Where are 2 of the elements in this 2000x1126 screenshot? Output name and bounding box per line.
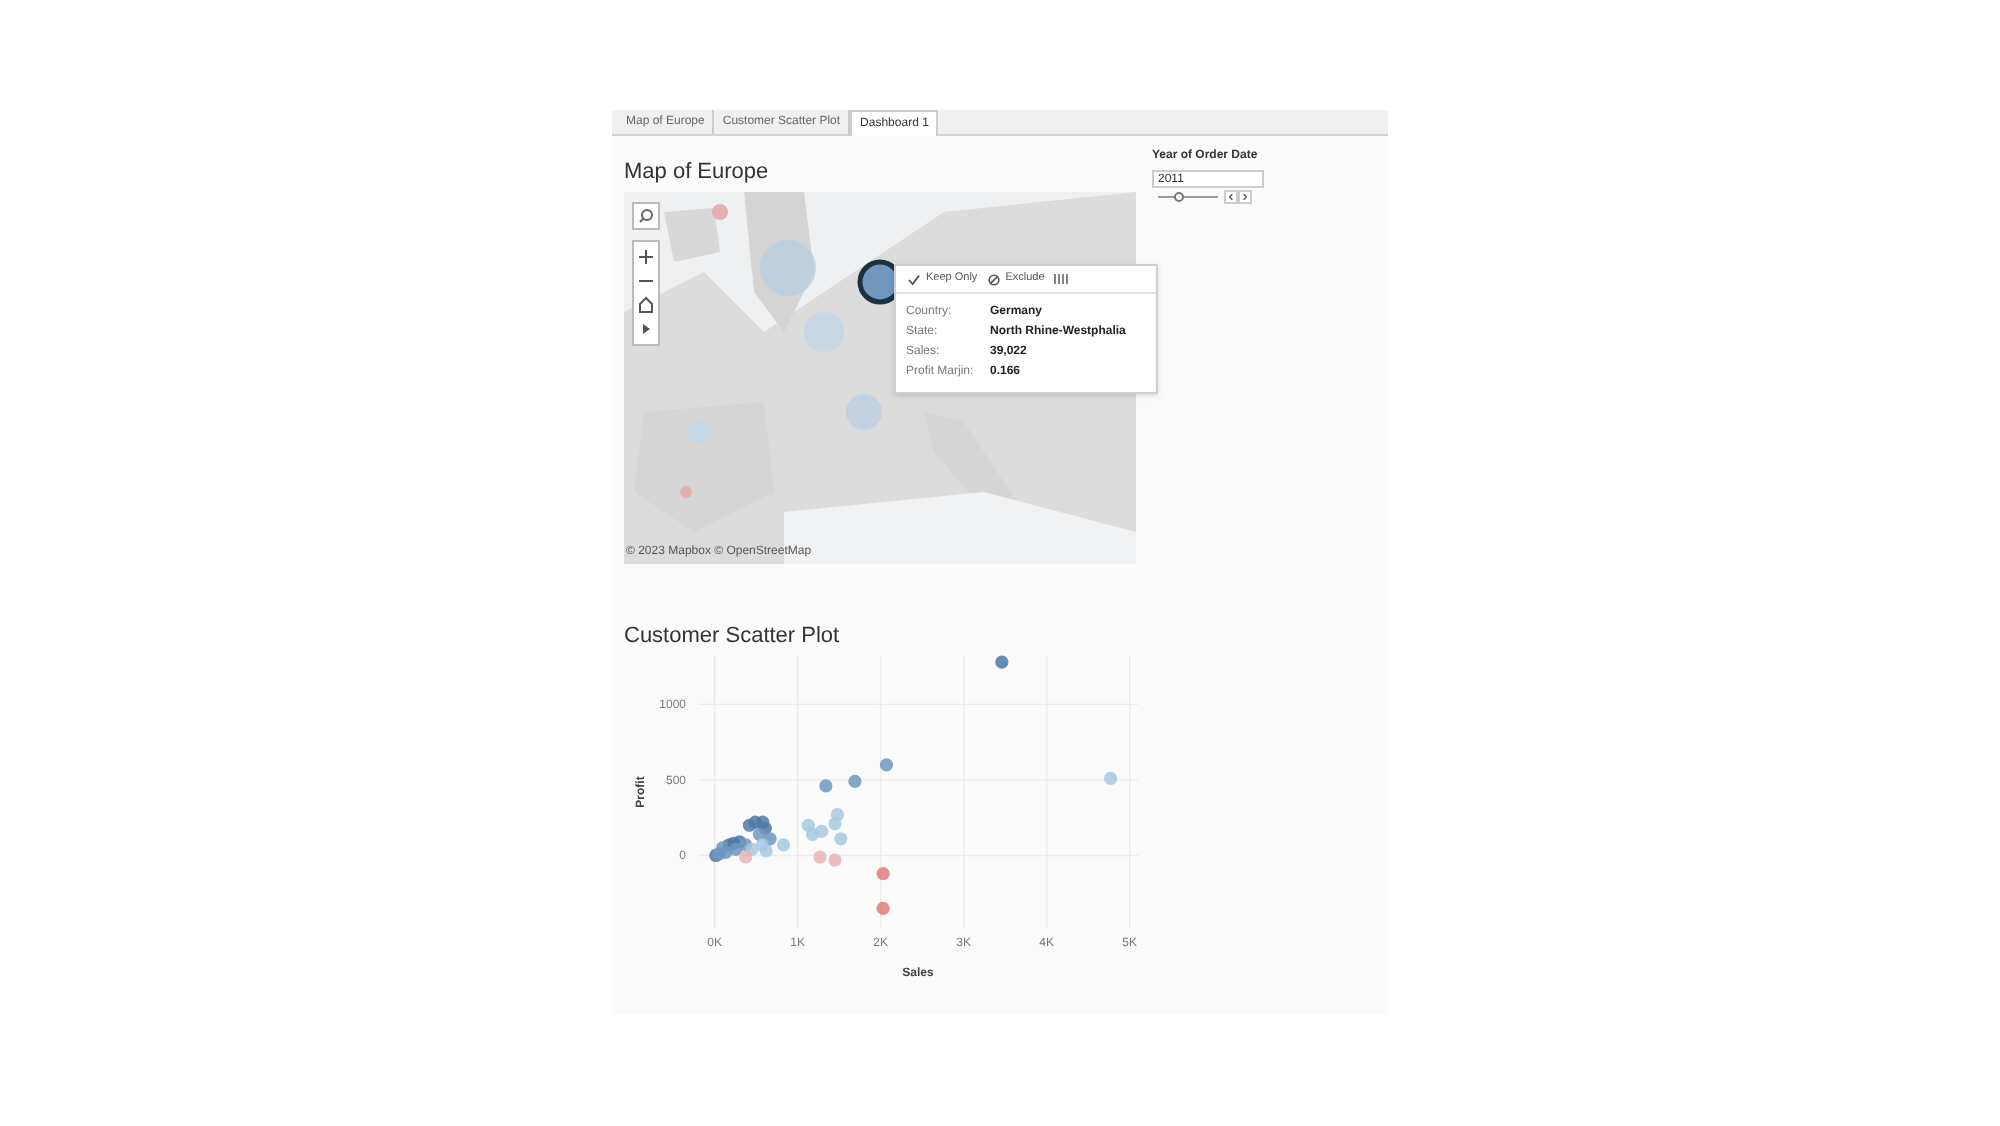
chart-title: Customer Scatter Plot [624, 622, 842, 648]
map-title: Map of Europe [624, 158, 771, 188]
